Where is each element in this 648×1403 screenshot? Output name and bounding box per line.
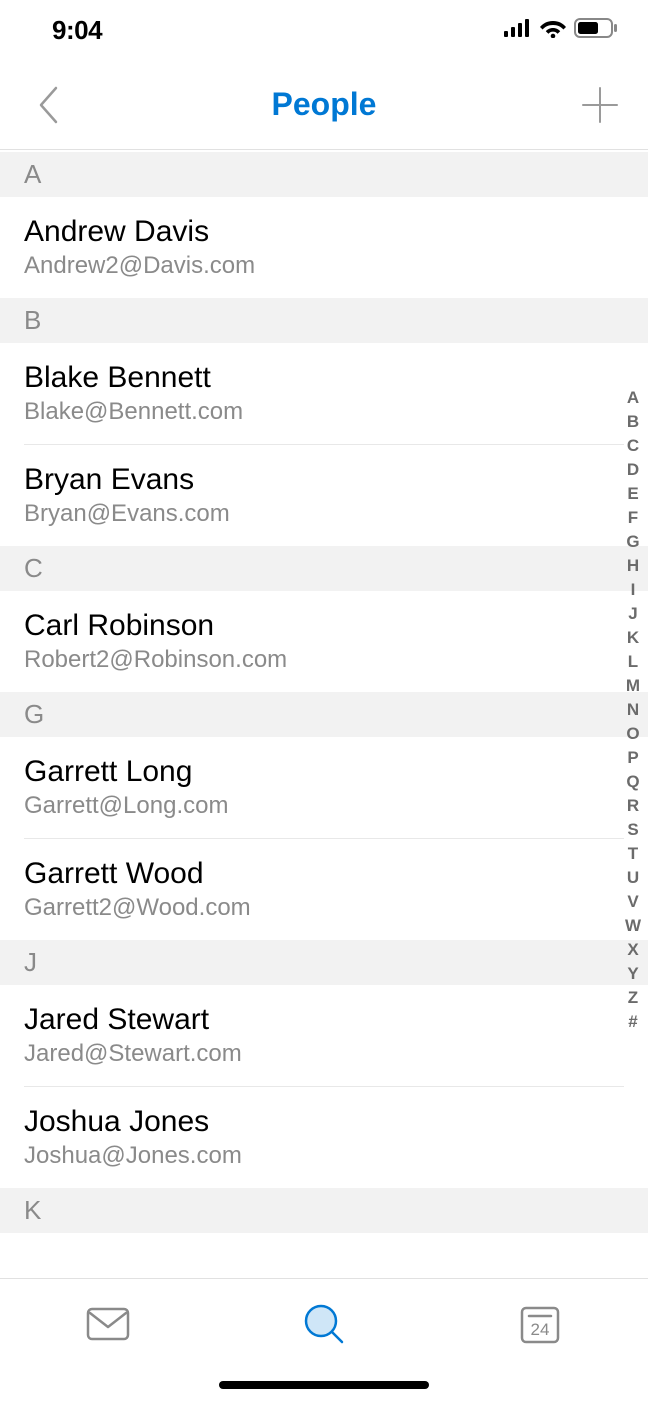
alpha-index-letter[interactable]: R [622, 794, 644, 818]
alpha-index-letter[interactable]: L [622, 650, 644, 674]
contact-name: Andrew Davis [24, 215, 624, 249]
search-tab[interactable] [216, 1299, 432, 1349]
mail-icon [86, 1307, 130, 1341]
contact-row[interactable]: Blake Bennett Blake@Bennett.com [0, 343, 648, 444]
alpha-index-letter[interactable]: Q [622, 770, 644, 794]
wifi-icon [540, 18, 566, 43]
alpha-index-letter[interactable]: Y [622, 962, 644, 986]
contact-name: Blake Bennett [24, 361, 624, 395]
contact-list[interactable]: AAndrew DavisAndrew2@Davis.comBBlake Ben… [0, 152, 648, 1278]
contact-name: Bryan Evans [24, 463, 624, 497]
plus-icon [581, 86, 619, 124]
alpha-index-letter[interactable]: U [622, 866, 644, 890]
alpha-index-letter[interactable]: I [622, 578, 644, 602]
page-title: People [0, 86, 648, 123]
contact-row[interactable]: Jared Stewart Jared@Stewart.com [0, 985, 648, 1086]
alpha-index-letter[interactable]: X [622, 938, 644, 962]
home-indicator[interactable] [219, 1381, 429, 1389]
battery-icon [574, 18, 618, 43]
contact-row[interactable]: Joshua Jones Joshua@Jones.com [0, 1087, 648, 1188]
calendar-icon: 24 [519, 1303, 561, 1345]
contact-email: Garrett2@Wood.com [24, 894, 624, 922]
contact-row[interactable]: Andrew Davis Andrew2@Davis.com [0, 197, 648, 298]
alpha-index-letter[interactable]: A [622, 386, 644, 410]
alpha-index-letter[interactable]: B [622, 410, 644, 434]
contact-email: Blake@Bennett.com [24, 398, 624, 426]
search-icon [303, 1303, 345, 1345]
chevron-left-icon [37, 85, 59, 125]
calendar-day: 24 [531, 1320, 550, 1339]
contact-name: Jared Stewart [24, 1003, 624, 1037]
contact-email: Robert2@Robinson.com [24, 646, 624, 674]
status-icons [504, 18, 618, 43]
cellular-icon [504, 19, 532, 42]
alpha-index-letter[interactable]: W [622, 914, 644, 938]
alpha-index-letter[interactable]: Z [622, 986, 644, 1010]
section-header: K [0, 1188, 648, 1233]
alpha-index-letter[interactable]: J [622, 602, 644, 626]
contact-email: Bryan@Evans.com [24, 500, 624, 528]
contact-email: Jared@Stewart.com [24, 1040, 624, 1068]
contact-name: Carl Robinson [24, 609, 624, 643]
nav-header: People [0, 60, 648, 150]
alpha-index-letter[interactable]: V [622, 890, 644, 914]
contact-row[interactable]: Bryan Evans Bryan@Evans.com [0, 445, 648, 546]
contact-row[interactable]: Garrett Long Garrett@Long.com [0, 737, 648, 838]
status-time: 9:04 [52, 15, 102, 46]
mail-tab[interactable] [0, 1299, 216, 1349]
contact-email: Joshua@Jones.com [24, 1142, 624, 1170]
contact-name: Garrett Long [24, 755, 624, 789]
alpha-index-letter[interactable]: F [622, 506, 644, 530]
alpha-index-letter[interactable]: C [622, 434, 644, 458]
alpha-index-letter[interactable]: O [622, 722, 644, 746]
alpha-index-letter[interactable]: D [622, 458, 644, 482]
alpha-index-letter[interactable]: N [622, 698, 644, 722]
contact-email: Garrett@Long.com [24, 792, 624, 820]
alpha-index-letter[interactable]: S [622, 818, 644, 842]
calendar-tab[interactable]: 24 [432, 1299, 648, 1349]
alpha-index[interactable]: ABCDEFGHIJKLMNOPQRSTUVWXYZ# [622, 386, 644, 1034]
contact-row[interactable]: Carl Robinson Robert2@Robinson.com [0, 591, 648, 692]
section-header: J [0, 940, 648, 985]
alpha-index-letter[interactable]: E [622, 482, 644, 506]
contact-email: Andrew2@Davis.com [24, 252, 624, 280]
alpha-index-letter[interactable]: H [622, 554, 644, 578]
alpha-index-letter[interactable]: K [622, 626, 644, 650]
contact-name: Garrett Wood [24, 857, 624, 891]
alpha-index-letter[interactable]: M [622, 674, 644, 698]
back-button[interactable] [26, 83, 70, 127]
alpha-index-letter[interactable]: P [622, 746, 644, 770]
section-header: C [0, 546, 648, 591]
alpha-index-letter[interactable]: T [622, 842, 644, 866]
alpha-index-letter[interactable]: G [622, 530, 644, 554]
contact-name: Joshua Jones [24, 1105, 624, 1139]
add-button[interactable] [578, 83, 622, 127]
status-bar: 9:04 [0, 0, 648, 60]
contact-row[interactable]: Garrett Wood Garrett2@Wood.com [0, 839, 648, 940]
section-header: B [0, 298, 648, 343]
alpha-index-letter[interactable]: # [622, 1010, 644, 1034]
section-header: A [0, 152, 648, 197]
section-header: G [0, 692, 648, 737]
